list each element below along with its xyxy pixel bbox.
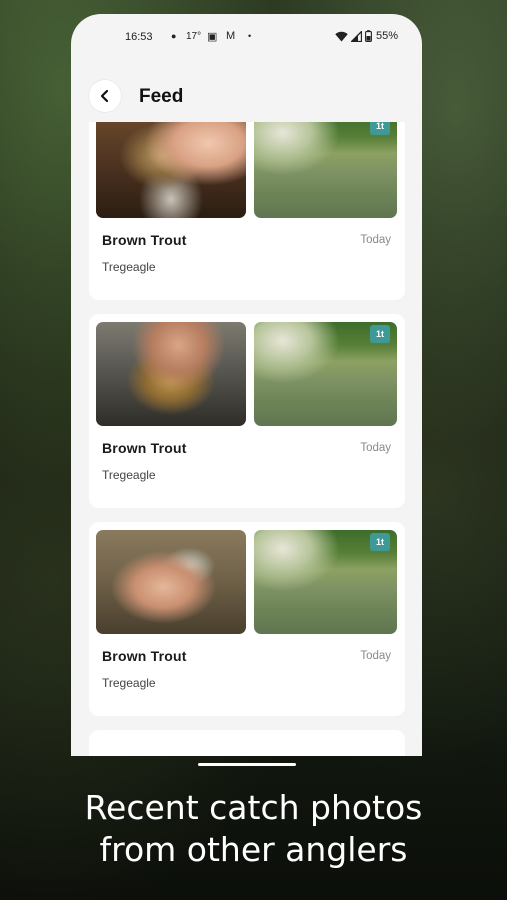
dot-icon: ●: [171, 31, 177, 41]
wifi-icon: [335, 31, 348, 41]
catch-photo[interactable]: [96, 530, 246, 634]
feed-card-partial[interactable]: [89, 730, 405, 756]
feed-card[interactable]: 1t Brown Trout Today Tregeagle: [89, 522, 405, 716]
battery-percent: 55%: [375, 30, 398, 42]
status-temperature: 17°: [186, 31, 202, 42]
photo-count-badge: 1t: [370, 122, 390, 135]
feed-card[interactable]: 1t Brown Trout Today Tregeagle: [89, 122, 405, 300]
catch-location: Tregeagle: [102, 676, 156, 690]
phone-screen: 16:53 ● 17° ▣ M • 55% Feed 1t Brown Trou…: [71, 14, 422, 756]
photo-count-badge: 1t: [370, 533, 390, 551]
location-photo[interactable]: 1t: [254, 122, 397, 218]
catch-location: Tregeagle: [102, 468, 156, 482]
catch-date: Today: [360, 650, 391, 662]
status-bar: 16:53 ● 17° ▣ M • 55%: [71, 14, 422, 60]
catch-date: Today: [360, 442, 391, 454]
feed-card[interactable]: 1t Brown Trout Today Tregeagle: [89, 314, 405, 508]
status-indicators: 55%: [335, 30, 398, 42]
battery-icon: [365, 30, 372, 42]
catch-photo[interactable]: [96, 122, 246, 218]
catch-location: Tregeagle: [102, 260, 156, 274]
species-name: Brown Trout: [102, 648, 187, 664]
dot-icon: •: [248, 31, 252, 41]
catch-date: Today: [360, 234, 391, 246]
home-indicator[interactable]: [198, 763, 296, 766]
photo-icon: ▣: [207, 31, 218, 43]
location-photo[interactable]: 1t: [254, 322, 397, 426]
chevron-left-icon: [100, 89, 109, 103]
back-button[interactable]: [89, 80, 121, 112]
page-title: Feed: [139, 86, 184, 107]
app-header: Feed: [71, 74, 422, 122]
location-photo[interactable]: 1t: [254, 530, 397, 634]
signal-icon: [350, 30, 362, 42]
catch-photo[interactable]: [96, 322, 246, 426]
status-time: 16:53: [125, 31, 153, 43]
feed-list[interactable]: 1t Brown Trout Today Tregeagle 1t Brown …: [71, 122, 422, 756]
promo-caption: Recent catch photos from other anglers: [0, 787, 507, 871]
photo-count-badge: 1t: [370, 325, 390, 343]
species-name: Brown Trout: [102, 440, 187, 456]
species-name: Brown Trout: [102, 232, 187, 248]
gmail-icon: M: [226, 30, 236, 42]
caption-line-1: Recent catch photos: [84, 788, 423, 827]
caption-line-2: from other anglers: [99, 830, 408, 869]
